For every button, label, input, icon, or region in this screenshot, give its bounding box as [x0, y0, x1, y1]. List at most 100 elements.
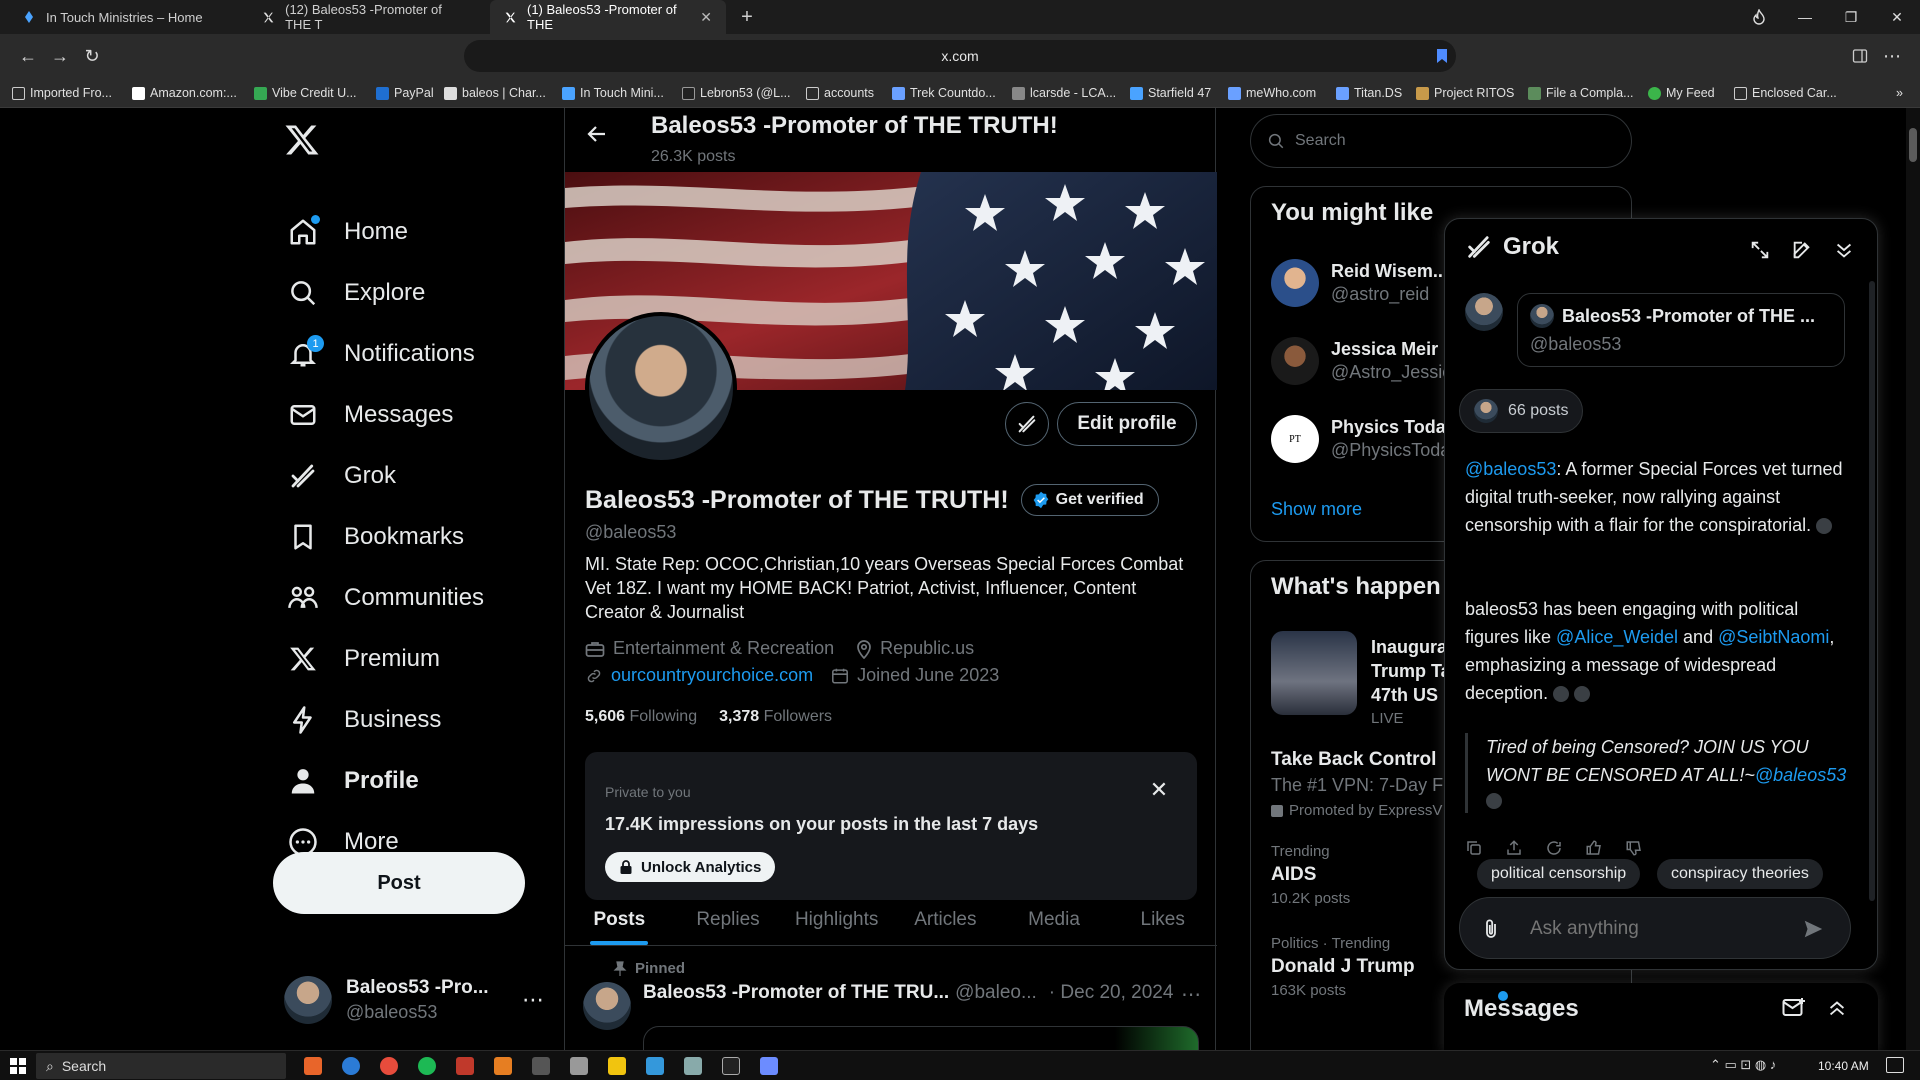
trend-item[interactable]: Trending AIDS 10.2K posts [1271, 843, 1350, 907]
forward-arrow-icon[interactable]: → [46, 42, 74, 70]
windows-start-icon[interactable] [10, 1058, 26, 1074]
tag-chip[interactable]: conspiracy theories [1657, 859, 1823, 889]
edge-icon[interactable] [342, 1057, 360, 1075]
nav-premium[interactable]: Premium [286, 633, 440, 685]
bookmark-item[interactable]: Vibe Credit U... [254, 84, 357, 102]
close-tab-icon[interactable]: ✕ [700, 9, 712, 26]
trend-inauguration[interactable]: Inaugura Trump Ta 47th US LIVE [1371, 635, 1451, 731]
tab-posts[interactable]: Posts [565, 894, 674, 945]
expand-up-chevron-icon[interactable] [1826, 997, 1848, 1019]
page-scrollbar[interactable] [1906, 108, 1920, 1050]
share-icon[interactable] [1505, 839, 1523, 857]
thumbs-down-icon[interactable] [1625, 839, 1643, 857]
bookmark-item[interactable]: lcarsde - LCA... [1012, 84, 1116, 102]
taskbar-search[interactable]: ⌕ Search [36, 1053, 286, 1079]
post-more-icon[interactable]: ⋯ [1181, 982, 1201, 1007]
account-more-icon[interactable]: ⋯ [522, 987, 544, 1013]
app-icon[interactable] [494, 1057, 512, 1075]
new-message-icon[interactable] [1782, 997, 1806, 1019]
thumbs-up-icon[interactable] [1585, 839, 1603, 857]
taskbar-clock[interactable]: 10:40 AM [1818, 1059, 1869, 1073]
minimize-icon[interactable]: — [1782, 0, 1828, 34]
grok-input-box[interactable] [1459, 897, 1851, 959]
nav-communities[interactable]: Communities [286, 572, 484, 624]
app-icon[interactable] [684, 1057, 702, 1075]
nav-business[interactable]: Business [286, 694, 441, 746]
restore-icon[interactable]: ❐ [1828, 0, 1874, 34]
app-icon[interactable] [456, 1057, 474, 1075]
nav-home[interactable]: Home [286, 206, 408, 258]
citation-icon[interactable] [1574, 686, 1591, 703]
close-analytics-icon[interactable]: ✕ [1147, 777, 1171, 802]
citation-icon[interactable] [1486, 793, 1502, 809]
posts-count-chip[interactable]: 66 posts [1459, 389, 1584, 433]
bookmark-item[interactable]: Enclosed Car... [1734, 84, 1837, 102]
nav-bookmarks[interactable]: Bookmarks [286, 511, 464, 563]
account-switcher[interactable]: Baleos53 -Pro... @baleos53 ⋯ [284, 970, 544, 1030]
profile-context-card[interactable]: Baleos53 -Promoter of THE ... @baleos53 [1517, 293, 1845, 367]
bookmark-item[interactable]: Trek Countdo... [892, 84, 996, 102]
bookmark-item[interactable]: Project RITOS [1416, 84, 1514, 102]
citation-icon[interactable] [1816, 518, 1833, 535]
expand-icon[interactable] [1749, 239, 1773, 263]
suggestion-item[interactable]: PT Physics Toda @PhysicsToda [1271, 415, 1450, 463]
send-icon[interactable] [1802, 918, 1824, 940]
collapse-chevron-icon[interactable] [1833, 239, 1857, 263]
grok-analyze-button[interactable] [1005, 402, 1049, 446]
tab-likes[interactable]: Likes [1108, 894, 1217, 945]
app-icon[interactable] [760, 1057, 778, 1075]
paperclip-icon[interactable] [1482, 918, 1500, 940]
calculator-icon[interactable] [532, 1057, 550, 1075]
back-arrow-icon[interactable] [585, 122, 619, 156]
messages-dock[interactable]: Messages [1444, 983, 1878, 1050]
pinned-post[interactable]: Pinned Baleos53 -Promoter of THE TRU... … [565, 948, 1217, 1050]
browser-tab-2[interactable]: (12) Baleos53 -Promoter of THE T [248, 0, 484, 34]
search-box[interactable]: Search [1250, 114, 1632, 168]
tab-highlights[interactable]: Highlights [782, 894, 891, 945]
bookmark-item[interactable]: PayPal [376, 84, 434, 102]
back-arrow-icon[interactable]: ← [14, 42, 42, 70]
new-tab-icon[interactable]: + [732, 0, 762, 34]
spotify-icon[interactable] [418, 1057, 436, 1075]
browser-tab-3-active[interactable]: (1) Baleos53 -Promoter of THE ✕ [490, 0, 726, 34]
bookmark-item[interactable]: Amazon.com:... [132, 84, 237, 102]
app-icon[interactable] [646, 1057, 664, 1075]
bookmark-item[interactable]: Starfield 47 [1130, 84, 1211, 102]
suggestion-item[interactable]: Jessica Meir @Astro_Jessic [1271, 337, 1451, 385]
bookmark-item[interactable]: In Touch Mini... [562, 84, 664, 102]
bookmark-item[interactable]: Imported Fro... [12, 84, 112, 102]
post-avatar[interactable] [583, 982, 631, 1030]
post-author-name[interactable]: Baleos53 -Promoter of THE TRU... [643, 982, 949, 1004]
opera-icon[interactable] [380, 1057, 398, 1075]
bookmarks-overflow-icon[interactable]: » [1896, 84, 1903, 102]
following-link[interactable]: 5,606 Following [585, 708, 697, 726]
x-logo-icon[interactable] [284, 122, 324, 162]
grok-scrollbar[interactable] [1869, 281, 1875, 901]
nav-notifications[interactable]: 1 Notifications [286, 328, 475, 380]
new-chat-icon[interactable] [1791, 239, 1815, 263]
sidebar-toggle-icon[interactable] [1846, 42, 1874, 70]
mention-link[interactable]: @Alice_Weidel [1556, 627, 1678, 647]
show-more-link[interactable]: Show more [1271, 499, 1362, 520]
bookmark-item[interactable]: meWho.com [1228, 84, 1316, 102]
notification-center-icon[interactable] [1886, 1057, 1904, 1073]
followers-link[interactable]: 3,378 Followers [719, 708, 832, 726]
more-menu-icon[interactable]: ⋯ [1878, 42, 1906, 70]
profile-avatar[interactable] [585, 312, 737, 464]
post-date[interactable]: · Dec 20, 2024 [1049, 982, 1174, 1004]
regenerate-icon[interactable] [1545, 839, 1563, 857]
suggestion-item[interactable]: Reid Wisem... @astro_reid [1271, 259, 1448, 307]
post-button[interactable]: Post [273, 852, 525, 914]
url-field[interactable]: x.com [464, 40, 1456, 72]
mention-link[interactable]: @baleos53 [1465, 459, 1556, 479]
tag-chip[interactable]: political censorship [1477, 859, 1641, 889]
trend-item[interactable]: Politics · Trending Donald J Trump 163K … [1271, 935, 1415, 999]
bookmark-item[interactable]: File a Compla... [1528, 84, 1634, 102]
close-window-icon[interactable]: ✕ [1874, 0, 1920, 34]
tab-media[interactable]: Media [1000, 894, 1109, 945]
citation-icon[interactable] [1553, 686, 1570, 703]
trend-promoted[interactable]: Take Back Control The #1 VPN: 7-Day Fr P… [1271, 749, 1449, 819]
edit-profile-button[interactable]: Edit profile [1057, 402, 1197, 446]
file-explorer-icon[interactable] [608, 1057, 626, 1075]
flame-icon[interactable] [1736, 0, 1782, 34]
